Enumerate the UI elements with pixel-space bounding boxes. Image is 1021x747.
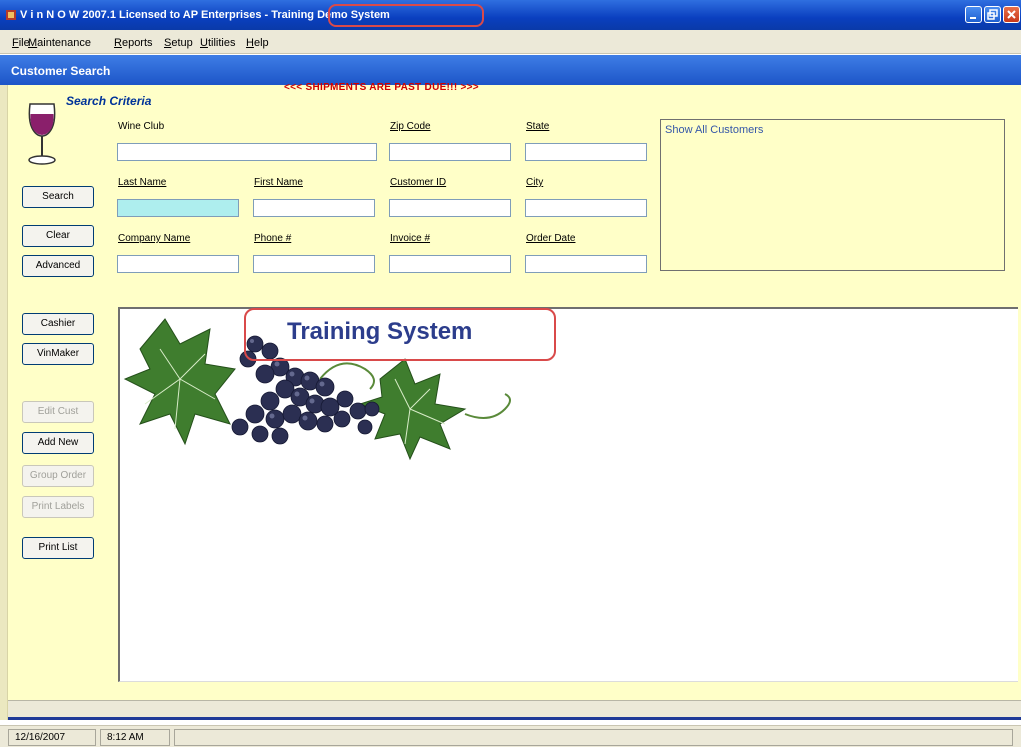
- zip-code-label: Zip Code: [390, 121, 431, 132]
- vinmaker-button[interactable]: VinMaker: [22, 343, 94, 365]
- city-label: City: [526, 177, 544, 188]
- last-name-field[interactable]: [117, 199, 239, 217]
- wine-club-label: Wine Club: [118, 121, 165, 132]
- menu-maintenance[interactable]: Maintenance: [28, 37, 91, 49]
- menu-reports[interactable]: Reports: [114, 37, 153, 49]
- invoice-label: Invoice #: [390, 233, 431, 244]
- order-date-field[interactable]: [525, 255, 647, 273]
- wine-glass-icon: [28, 103, 56, 165]
- form-title: Customer Search: [11, 64, 111, 78]
- customer-id-field[interactable]: [389, 199, 511, 217]
- order-date-label: Order Date: [526, 233, 576, 244]
- app-icon: [6, 10, 16, 20]
- maximize-button[interactable]: [984, 6, 1001, 23]
- menu-setup[interactable]: Setup: [164, 37, 193, 49]
- add-new-button[interactable]: Add New: [22, 432, 94, 454]
- status-time: 8:12 AM: [100, 729, 170, 746]
- clear-button[interactable]: Clear: [22, 225, 94, 247]
- past-due-alert: <<< SHIPMENTS ARE PAST DUE!!! >>>: [284, 82, 479, 93]
- wine-club-field[interactable]: [117, 143, 377, 161]
- last-name-label: Last Name: [118, 177, 167, 188]
- title-highlight-box: [328, 4, 484, 27]
- state-label: State: [526, 121, 550, 132]
- show-all-customers-text[interactable]: Show All Customers: [665, 124, 763, 136]
- form-title-bar: Customer Search: [0, 55, 1021, 85]
- company-name-label: Company Name: [118, 233, 191, 244]
- state-field[interactable]: [525, 143, 647, 161]
- training-banner: Training System: [287, 318, 473, 345]
- status-bar: 12/16/2007 8:12 AM: [0, 725, 1021, 747]
- zip-code-field[interactable]: [389, 143, 511, 161]
- menu-bar: File Maintenance Reports Setup Utilities…: [0, 30, 1021, 54]
- search-button[interactable]: Search: [22, 186, 94, 208]
- restore-icon: [987, 9, 998, 20]
- print-list-button[interactable]: Print List: [22, 537, 94, 559]
- first-name-label: First Name: [254, 177, 303, 188]
- edit-cust-button[interactable]: Edit Cust: [22, 401, 94, 423]
- form-bottom-bar: [8, 700, 1021, 720]
- close-icon: [1007, 10, 1016, 19]
- window-title-bar: V i n N O W 2007.1 Licensed to AP Enterp…: [0, 0, 1021, 30]
- city-field[interactable]: [525, 199, 647, 217]
- invoice-field[interactable]: [389, 255, 511, 273]
- cashier-button[interactable]: Cashier: [22, 313, 94, 335]
- menu-help[interactable]: Help: [246, 37, 269, 49]
- show-all-customers-list[interactable]: Show All Customers: [660, 119, 1005, 271]
- minimize-button[interactable]: [965, 6, 982, 23]
- first-name-field[interactable]: [253, 199, 375, 217]
- form-left-edge: [0, 85, 8, 720]
- minimize-icon: [970, 17, 976, 19]
- customer-id-label: Customer ID: [390, 177, 447, 188]
- company-name-field[interactable]: [117, 255, 239, 273]
- phone-label: Phone #: [254, 233, 292, 244]
- status-message: [174, 729, 1013, 746]
- close-button[interactable]: [1003, 6, 1020, 23]
- advanced-button[interactable]: Advanced: [22, 255, 94, 277]
- status-date: 12/16/2007: [8, 729, 96, 746]
- print-labels-button[interactable]: Print Labels: [22, 496, 94, 518]
- phone-field[interactable]: [253, 255, 375, 273]
- search-criteria-label: Search Criteria: [66, 94, 152, 108]
- menu-utilities[interactable]: Utilities: [200, 37, 235, 49]
- group-order-button[interactable]: Group Order: [22, 465, 94, 487]
